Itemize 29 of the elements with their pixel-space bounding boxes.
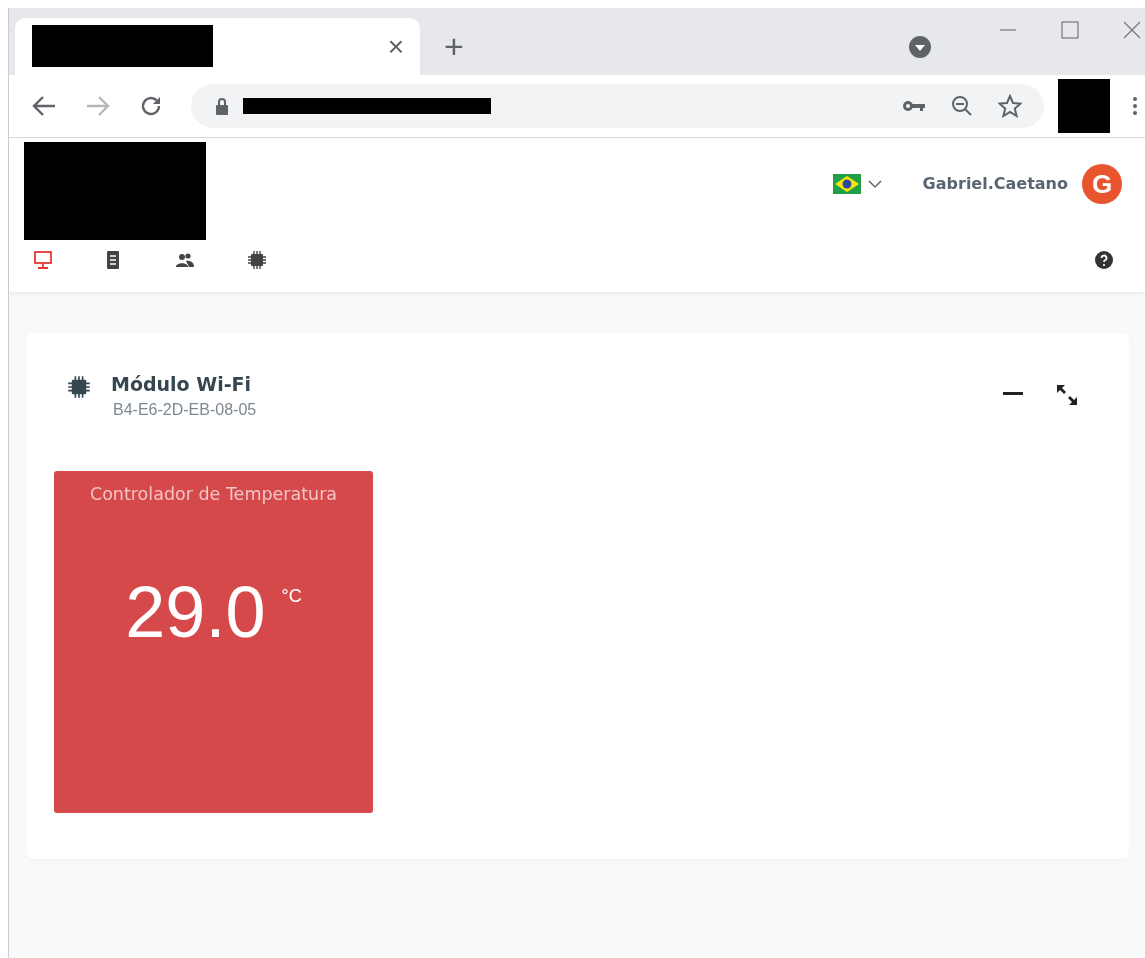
key-icon[interactable] bbox=[902, 99, 926, 113]
chevron-down-icon[interactable] bbox=[866, 179, 883, 189]
close-tab-button[interactable]: × bbox=[387, 32, 404, 61]
user-avatar[interactable]: G bbox=[1082, 164, 1122, 204]
monitor-icon[interactable] bbox=[33, 250, 53, 270]
new-tab-button[interactable]: + bbox=[444, 29, 464, 63]
device-title: Módulo Wi-Fi bbox=[111, 373, 253, 395]
lock-icon bbox=[215, 97, 229, 115]
user-name[interactable]: Gabriel.Caetano bbox=[922, 173, 1068, 193]
redaction-block bbox=[1058, 79, 1110, 133]
flag-icon[interactable] bbox=[832, 174, 861, 194]
browser-tab[interactable]: × bbox=[15, 18, 420, 75]
back-arrow-icon[interactable] bbox=[31, 94, 57, 118]
temperature-value: 29.0 bbox=[125, 576, 266, 648]
users-icon[interactable] bbox=[175, 250, 195, 270]
tile-title: Controlador de Temperatura bbox=[89, 484, 338, 504]
help-icon[interactable] bbox=[1094, 250, 1114, 270]
tab-search-icon[interactable] bbox=[908, 34, 932, 59]
zoom-out-icon[interactable] bbox=[950, 94, 974, 118]
reload-icon[interactable] bbox=[139, 94, 163, 118]
more-menu-icon[interactable] bbox=[1132, 96, 1138, 116]
device-id: B4-E6-2D-EB-08-05 bbox=[113, 401, 257, 419]
expand-icon[interactable] bbox=[1055, 383, 1079, 407]
star-icon[interactable] bbox=[998, 94, 1022, 118]
chip-icon[interactable] bbox=[247, 250, 267, 270]
close-icon[interactable] bbox=[1122, 20, 1142, 40]
temperature-unit: °C bbox=[281, 586, 302, 607]
address-bar[interactable] bbox=[191, 84, 1044, 128]
chip-icon bbox=[67, 375, 91, 399]
